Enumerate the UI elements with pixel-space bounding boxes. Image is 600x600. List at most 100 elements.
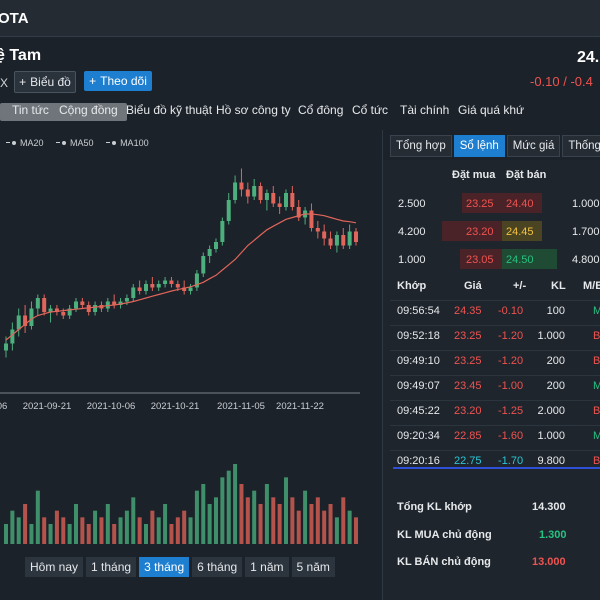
- trade-volume: 1.000: [537, 330, 565, 342]
- volume-bar: [309, 504, 314, 544]
- range-today[interactable]: Hôm nay: [25, 557, 84, 577]
- ask-price: 24.40: [506, 198, 534, 210]
- tab-price-levels[interactable]: Mức giá: [506, 135, 561, 157]
- nav-item-news[interactable]: Tin tức: [12, 103, 49, 117]
- volume-bar: [35, 490, 40, 544]
- volume-bar: [226, 470, 231, 544]
- trade-change: -1.20: [498, 330, 524, 342]
- trade-time: 09:49:07: [397, 380, 440, 392]
- candle-body: [239, 182, 244, 190]
- row-divider: [390, 425, 600, 426]
- nav-item-price-history[interactable]: Giá quá khứ: [458, 103, 524, 117]
- trade-price: 23.25: [454, 355, 482, 367]
- candle-body: [284, 193, 288, 207]
- volume-bar: [245, 497, 250, 544]
- volume-bar: [118, 517, 123, 544]
- follow-button[interactable]: + Theo dõi: [84, 71, 152, 91]
- row-divider: [390, 350, 600, 351]
- volume-bar: [74, 504, 78, 544]
- ask-volume: 4.800: [572, 254, 600, 266]
- volume-bar: [290, 497, 295, 544]
- candle-body: [201, 256, 206, 274]
- volume-bar: [124, 510, 129, 544]
- trade-price: 24.35: [454, 305, 482, 317]
- volume-bar: [303, 490, 308, 544]
- trade-side: M: [593, 430, 600, 442]
- tab-summary[interactable]: Tổng hợp: [390, 135, 452, 157]
- trade-change: -1.60: [498, 430, 524, 442]
- summary-sell-value: 13.000: [532, 556, 566, 568]
- candle-body: [169, 280, 174, 284]
- candle-body: [220, 221, 225, 242]
- nav-item-community[interactable]: Cộng đồng: [59, 103, 118, 117]
- nav-item-dividends[interactable]: Cổ tức: [352, 103, 388, 117]
- trade-change: -1.20: [498, 355, 524, 367]
- range-1-month[interactable]: 1 tháng: [86, 557, 137, 577]
- range-selector: Hôm nay 1 tháng 3 tháng 6 tháng 1 năm 5 …: [25, 557, 335, 577]
- nav-item-shareholders[interactable]: Cổ đông: [298, 103, 343, 117]
- volume-bar: [207, 504, 212, 544]
- volume-bar: [201, 484, 206, 544]
- company-name: ệ Tam: [0, 47, 42, 64]
- candle-body: [347, 231, 352, 246]
- range-1-year[interactable]: 1 năm: [245, 557, 289, 577]
- trade-volume: 9.800: [537, 455, 565, 467]
- candle-body: [150, 284, 155, 288]
- volume-bar: [48, 524, 53, 544]
- candle-body: [226, 200, 231, 221]
- chart-button[interactable]: + Biểu đồ: [14, 71, 76, 93]
- nav-item-financials[interactable]: Tài chính: [400, 103, 449, 117]
- summary-sell-label: KL BÁN chủ động: [397, 556, 491, 568]
- volume-bar: [233, 464, 238, 544]
- nav-item-company-profile[interactable]: Hồ sơ công ty: [216, 103, 291, 117]
- volume-bar: [156, 517, 161, 544]
- volume-bar: [264, 484, 269, 544]
- range-3-months[interactable]: 3 tháng: [139, 557, 190, 577]
- volume-bar: [220, 477, 225, 544]
- volume-bar: [354, 517, 358, 544]
- row-divider: [390, 375, 600, 376]
- summary-buy-value: 1.300: [539, 529, 567, 541]
- trade-price: 23.20: [454, 405, 482, 417]
- legend-ma100[interactable]: MA100: [106, 138, 149, 148]
- trade-change: -1.70: [498, 455, 524, 467]
- trade-volume: 1.000: [537, 430, 565, 442]
- nav-item-technical-chart[interactable]: Biểu đồ kỹ thuật: [126, 103, 212, 117]
- candle-body: [131, 287, 136, 298]
- volume-bar: [144, 524, 148, 544]
- trade-side: B: [593, 330, 600, 342]
- legend-ma20[interactable]: MA20: [6, 138, 44, 148]
- candle-body: [315, 228, 320, 232]
- x-tick-label: 2021-11-05: [217, 401, 265, 412]
- candle-body: [354, 231, 358, 242]
- volume-bar: [252, 490, 257, 544]
- ask-price: 24.50: [506, 254, 534, 266]
- nav-menu: Tin tức Cộng đồng Biểu đồ kỹ thuật Hồ sơ…: [0, 98, 600, 122]
- candle-body: [277, 203, 282, 207]
- candle-body: [16, 315, 21, 330]
- candle-body: [42, 298, 47, 312]
- trade-volume: 2.000: [537, 405, 565, 417]
- candle-body: [35, 298, 40, 309]
- legend-ma50[interactable]: MA50: [56, 138, 94, 148]
- trade-change: -0.10: [498, 305, 524, 317]
- volume-bar: [23, 504, 28, 544]
- range-5-years[interactable]: 5 năm: [291, 557, 335, 577]
- tab-statistics[interactable]: Thống kê: [562, 135, 600, 157]
- top-bar: OTA: [0, 0, 600, 37]
- ask-volume: 1.000: [572, 198, 600, 210]
- candle-body: [328, 238, 333, 246]
- volume-bar: [315, 497, 320, 544]
- change-header: +/-: [513, 280, 527, 292]
- volume-bar: [188, 517, 193, 544]
- trade-change: -1.25: [498, 405, 524, 417]
- range-6-months[interactable]: 6 tháng: [192, 557, 243, 577]
- tab-order-book[interactable]: Sổ lệnh: [453, 135, 505, 157]
- side-header: M/B: [583, 280, 600, 292]
- volume-bar: [80, 517, 85, 544]
- volume-bar: [194, 490, 199, 544]
- candle-body: [309, 210, 314, 228]
- trade-volume: 200: [546, 380, 565, 392]
- candle-body: [207, 249, 212, 256]
- volume-bar: [341, 497, 346, 544]
